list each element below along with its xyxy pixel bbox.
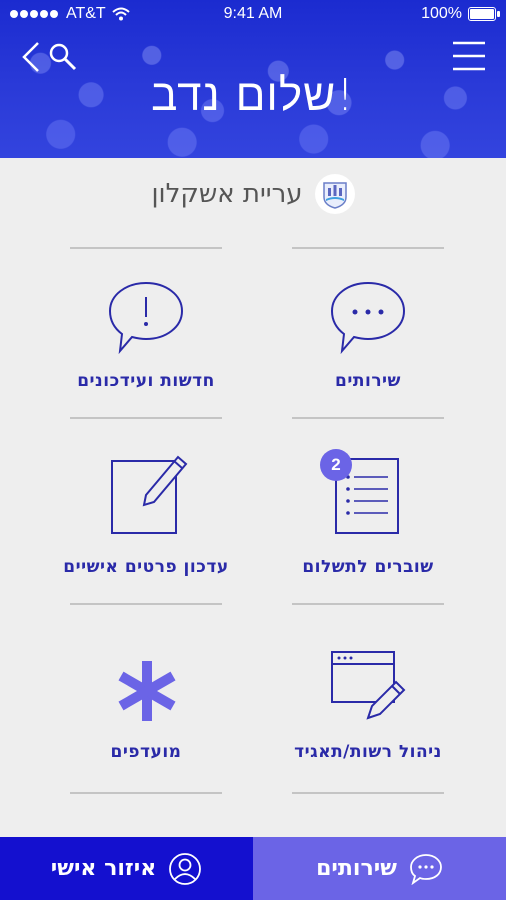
- tile-label: חדשות ועידכונים: [77, 371, 215, 391]
- tile-payment-vouchers[interactable]: 2 שוברים לתשלום: [292, 425, 444, 605]
- divider: [70, 417, 222, 419]
- bottom-nav: איזור אישי שירותים: [0, 837, 506, 900]
- divider: [70, 247, 222, 249]
- speech-bubble-exclamation-icon: [108, 281, 184, 355]
- back-icon[interactable]: [20, 40, 42, 78]
- edit-pencil-icon: [111, 455, 188, 534]
- divider: [70, 792, 222, 794]
- tile-services[interactable]: שירותים: [292, 247, 444, 419]
- status-bar: AT&T 9:41 AM 100%: [0, 0, 506, 28]
- nav-personal-label: איזור אישי: [50, 856, 157, 881]
- nav-services-label: שירותים: [316, 856, 397, 881]
- divider: [292, 792, 444, 794]
- divider: [292, 603, 444, 605]
- user-icon: [169, 852, 202, 885]
- chat-icon: [409, 853, 442, 885]
- tile-label: ניהול רשות/תאגיד: [294, 742, 442, 762]
- notification-badge: 2: [320, 449, 352, 481]
- greeting-title: שלום נדב!: [151, 70, 355, 121]
- divider: [292, 417, 444, 419]
- tile-label: עדכון פרטים אישיים: [63, 557, 229, 577]
- tile-favorites[interactable]: מועדפים: [70, 610, 222, 794]
- battery-percent: 100%: [421, 5, 462, 22]
- tile-label: מועדפים: [110, 742, 182, 762]
- menu-icon[interactable]: [452, 40, 486, 76]
- city-row: עריית אשקלון: [0, 172, 506, 216]
- tile-manage-authority[interactable]: ניהול רשות/תאגיד: [292, 610, 444, 794]
- tile-news[interactable]: חדשות ועידכונים: [70, 247, 222, 419]
- nav-personal-area[interactable]: איזור אישי: [0, 837, 253, 900]
- battery-icon: [468, 7, 500, 21]
- tile-label: שוברים לתשלום: [302, 557, 434, 577]
- tile-update-details[interactable]: עדכון פרטים אישיים: [63, 425, 228, 605]
- speech-bubble-dots-icon: [330, 281, 406, 355]
- divider: [70, 603, 222, 605]
- city-name: עריית אשקלון: [151, 179, 303, 209]
- asterisk-icon: [118, 661, 176, 721]
- browser-edit-icon: [331, 651, 406, 720]
- divider: [292, 247, 444, 249]
- nav-services[interactable]: שירותים: [253, 837, 506, 900]
- city-logo-icon: [314, 174, 355, 214]
- tile-label: שירותים: [335, 371, 401, 391]
- search-icon[interactable]: [48, 42, 78, 76]
